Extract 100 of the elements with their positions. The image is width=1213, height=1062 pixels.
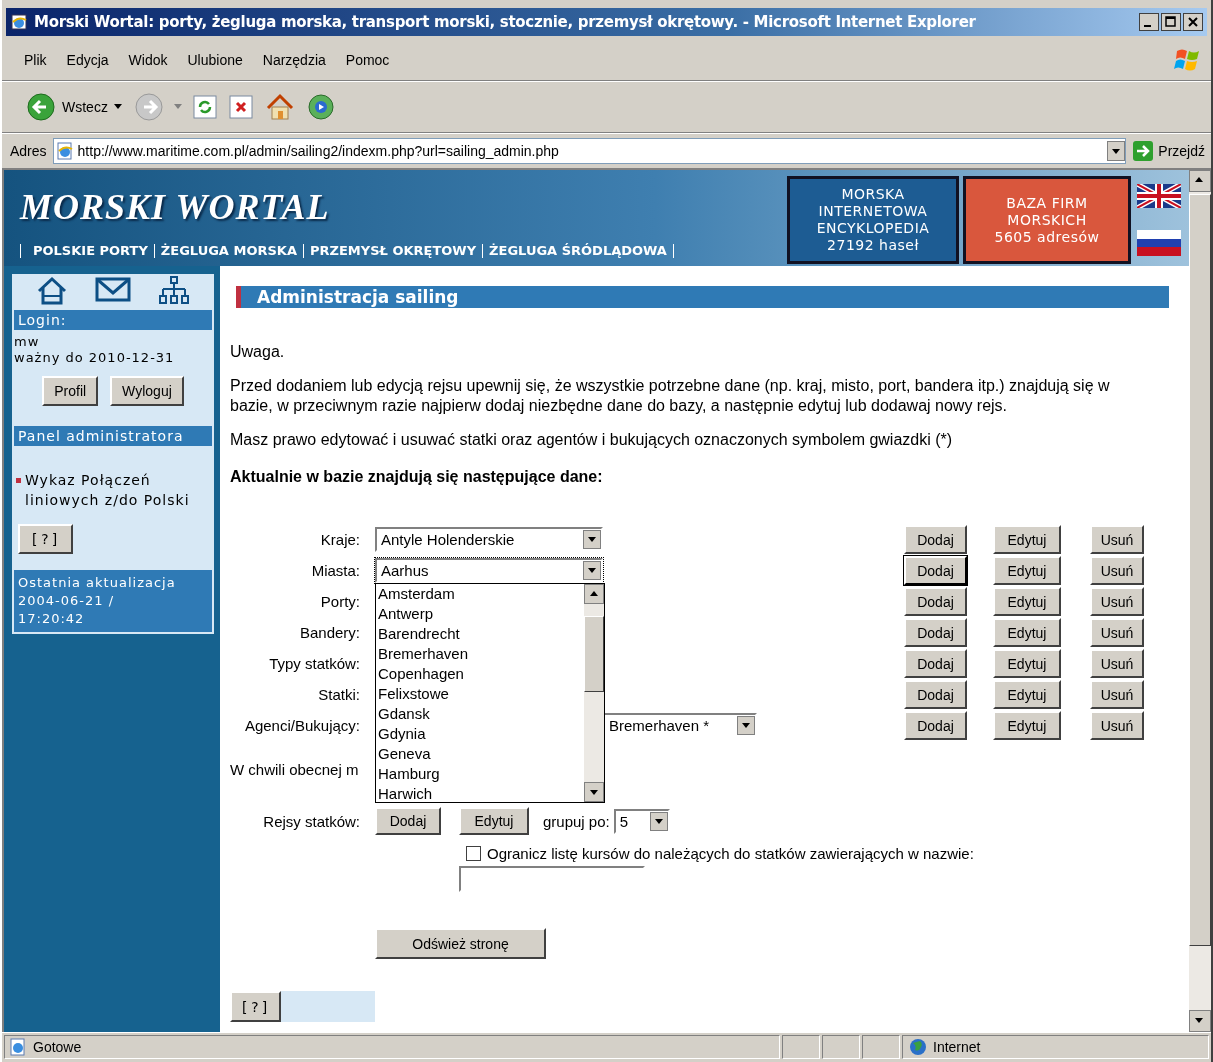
- select-field[interactable]: Antyle Holenderskie: [375, 527, 603, 552]
- go-button[interactable]: Przejdź: [1132, 140, 1205, 162]
- menu-item[interactable]: Widok: [120, 49, 176, 71]
- refresh-button[interactable]: Odśwież stronę: [375, 928, 546, 959]
- username: mw: [14, 334, 41, 350]
- stop-icon[interactable]: [227, 94, 254, 120]
- validity-date: ważny do 2010-12-31: [14, 350, 176, 366]
- dropdown-option[interactable]: Antwerp: [378, 604, 584, 624]
- address-field[interactable]: http://www.maritime.com.pl/admin/sailing2/indexm.php?url=sailing_admin.php: [52, 138, 1127, 164]
- dropdown-option[interactable]: Geneva: [378, 744, 584, 764]
- field-label: Bandery:: [298, 624, 360, 641]
- site-logo: MORSKI WORTAL: [20, 186, 330, 228]
- voyage-button[interactable]: Dodaj: [375, 807, 441, 835]
- paragraph: Masz prawo edytować i usuwać statki oraz agentów i bukujących oznaczonych symbolem gwiazdki (*): [230, 430, 954, 450]
- mail-icon[interactable]: [95, 276, 131, 302]
- russian-flag-icon[interactable]: [1137, 230, 1181, 256]
- status-pane: [862, 1035, 900, 1059]
- voyage-button[interactable]: Edytuj: [459, 807, 529, 835]
- paragraph: Uwaga.: [230, 342, 286, 362]
- nav-link[interactable]: PRZEMYSŁ OKRĘTOWY: [302, 244, 483, 258]
- list-scrollbar[interactable]: [584, 584, 604, 802]
- dropdown-list[interactable]: Amsterdam Antwerp Barendrecht Bremerhaven Copenhagen Felixstowe Gdansk Gdynia Geneva Hamburg Harwich: [375, 583, 605, 803]
- action-button[interactable]: Dodaj: [904, 711, 967, 740]
- action-button[interactable]: Dodaj: [904, 649, 967, 678]
- menu-item[interactable]: Pomoc: [337, 49, 398, 71]
- action-button[interactable]: Usuń: [1090, 711, 1144, 740]
- field-label: Porty:: [319, 593, 360, 610]
- promo-banner[interactable]: BAZA FIRM MORSKICH 5605 adresów: [963, 176, 1131, 264]
- back-button[interactable]: Wstecz: [24, 90, 124, 124]
- status-text: Gotowe: [33, 1039, 82, 1055]
- refresh-icon[interactable]: [191, 94, 218, 120]
- minimize-icon[interactable]: [1139, 13, 1159, 31]
- select-field[interactable]: Aarhus: [375, 558, 603, 583]
- status-pane: [822, 1035, 860, 1059]
- sidebar-button[interactable]: Wyloguj: [110, 376, 184, 406]
- field-label: Miasta:: [310, 562, 360, 579]
- last-update-text: Ostatnia aktualizacja 2004-06-21 / 17:20:42: [12, 568, 214, 634]
- field-label: Rejsy statków:: [262, 812, 360, 830]
- close-icon[interactable]: [1183, 13, 1203, 31]
- menu-item[interactable]: Narzędzia: [254, 49, 334, 71]
- select-field[interactable]: Bremerhaven *: [603, 713, 757, 738]
- address-label: Adres: [10, 143, 47, 159]
- uk-flag-icon[interactable]: [1137, 184, 1181, 208]
- action-button[interactable]: Usuń: [1090, 618, 1144, 647]
- action-button[interactable]: Edytuj: [993, 525, 1061, 554]
- action-button[interactable]: Dodaj: [904, 556, 967, 585]
- action-button[interactable]: Edytuj: [993, 556, 1061, 585]
- dropdown-option[interactable]: Barendrecht: [378, 624, 584, 644]
- action-button[interactable]: Dodaj: [904, 587, 967, 616]
- action-button[interactable]: Edytuj: [993, 680, 1061, 709]
- dropdown-option[interactable]: Copenhagen: [378, 664, 584, 684]
- nav-link[interactable]: ŻEGLUGA ŚRÓDLĄDOWA: [482, 244, 674, 258]
- action-button[interactable]: Edytuj: [993, 649, 1061, 678]
- section-heading: Administracja sailing: [236, 286, 1169, 308]
- dropdown-option[interactable]: Bremerhaven: [378, 644, 584, 664]
- globe-icon: [909, 1038, 927, 1056]
- paragraph: Przed dodaniem lub edycją rejsu upewnij się, że wszystkie potrzebne dane (np. kraj, misto, port, bandera itp.) znajdują się w bazie, w przeciwnym razie najpierw dodaj niezbędne dane do bazy, a następnie edytuj lub dodawaj nowy rejs.: [230, 376, 1111, 416]
- scroll-up-icon: [584, 584, 604, 604]
- scroll-down-icon: [1189, 1010, 1211, 1032]
- action-button[interactable]: Usuń: [1090, 680, 1144, 709]
- action-button[interactable]: Edytuj: [993, 711, 1061, 740]
- menu-item[interactable]: Edycja: [58, 49, 117, 71]
- promo-banner[interactable]: MORSKA INTERNETOWA ENCYKLOPEDIA 27192 haseł: [787, 176, 959, 264]
- action-button[interactable]: Dodaj: [904, 680, 967, 709]
- nav-link[interactable]: ŻEGLUGA MORSKA: [153, 244, 303, 258]
- dropdown-option[interactable]: Felixstowe: [378, 684, 584, 704]
- scroll-thumb[interactable]: [584, 616, 604, 692]
- group-label: grupuj po:: [543, 812, 610, 830]
- menu-item[interactable]: Plik: [16, 49, 55, 71]
- page-icon: [9, 1038, 27, 1056]
- action-button[interactable]: Usuń: [1090, 649, 1144, 678]
- checkbox[interactable]: [466, 846, 481, 861]
- action-button[interactable]: Usuń: [1090, 587, 1144, 616]
- media-icon[interactable]: [305, 92, 336, 122]
- nav-link[interactable]: POLSKIE PORTY: [20, 244, 154, 258]
- help-button[interactable]: [?]: [18, 524, 74, 554]
- caret-icon[interactable]: [173, 104, 182, 110]
- maximize-icon[interactable]: [1161, 13, 1181, 31]
- sidebar-button[interactable]: Profil: [42, 376, 99, 406]
- field-label: Agenci/Bukujący:: [243, 717, 360, 734]
- home-icon[interactable]: [35, 276, 68, 306]
- action-button[interactable]: Usuń: [1090, 556, 1144, 585]
- sitemap-icon[interactable]: [158, 276, 191, 306]
- dropdown-option[interactable]: Hamburg: [378, 764, 584, 784]
- menu-item[interactable]: Ulubione: [179, 49, 251, 71]
- action-button[interactable]: Edytuj: [993, 618, 1061, 647]
- action-button[interactable]: Edytuj: [993, 587, 1061, 616]
- sidebar-link[interactable]: Wykaz Połączeń liniowych z/do Polski: [25, 470, 210, 510]
- dropdown-option[interactable]: Amsterdam: [378, 584, 584, 604]
- field-label: Statki:: [317, 686, 360, 703]
- dropdown-option[interactable]: Harwich: [378, 784, 584, 804]
- action-button[interactable]: Dodaj: [904, 525, 967, 554]
- field-label: Kraje:: [319, 531, 360, 548]
- scroll-thumb[interactable]: [1189, 194, 1211, 946]
- dropdown-option[interactable]: Gdynia: [378, 724, 584, 744]
- action-button[interactable]: Dodaj: [904, 618, 967, 647]
- help-button[interactable]: [?]: [230, 991, 282, 1022]
- action-button[interactable]: Usuń: [1090, 525, 1144, 554]
- dropdown-option[interactable]: Gdansk: [378, 704, 584, 724]
- select-field[interactable]: 5: [613, 808, 670, 834]
